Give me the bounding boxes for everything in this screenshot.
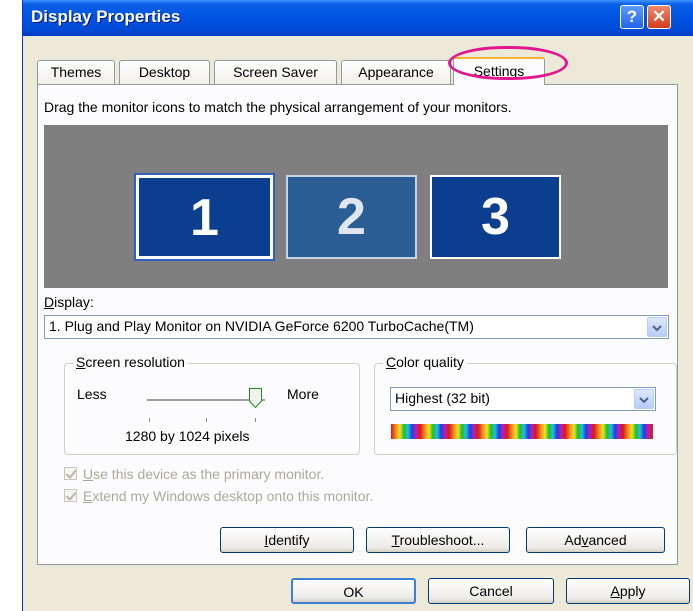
tab-label: Themes (50, 64, 102, 80)
slider-tick (149, 418, 150, 422)
primary-monitor-checkbox[interactable]: Use this device as the primary monitor. (64, 466, 504, 484)
arrangement-instruction: Drag the monitor icons to match the phys… (44, 99, 512, 115)
window-title: Display Properties (31, 7, 181, 26)
color-quality-title: Color quality (383, 354, 467, 370)
display-properties-window: Display Properties ? ✕ Themes Desktop Sc… (22, 0, 693, 611)
ok-button[interactable]: OK (291, 578, 416, 604)
chevron-down-icon (639, 397, 649, 404)
more-label: More (287, 386, 319, 402)
monitor-1-icon[interactable]: 1 (134, 173, 275, 261)
slider-tick (206, 418, 207, 422)
color-quality-group: Color quality Highest (32 bit) (374, 354, 677, 455)
resolution-slider-track[interactable] (147, 399, 265, 402)
help-button[interactable]: ? (620, 5, 644, 29)
screen-resolution-title: Screen resolution (73, 354, 188, 370)
resolution-value: 1280 by 1024 pixels (125, 428, 250, 444)
resolution-slider-thumb[interactable] (249, 388, 262, 408)
identify-button[interactable]: Identify (220, 527, 354, 553)
advanced-button[interactable]: Advanced (526, 527, 665, 553)
display-select[interactable]: 1. Plug and Play Monitor on NVIDIA GeFor… (44, 315, 669, 339)
close-icon: ✕ (651, 7, 667, 26)
monitor-number: 3 (481, 188, 510, 246)
checkbox-checked-icon (64, 467, 77, 480)
screen-resolution-group: Screen resolution Less More 1280 by 1024… (64, 354, 360, 455)
color-spectrum-bar (391, 424, 653, 439)
color-quality-value: Highest (32 bit) (395, 390, 490, 406)
tab-label: Desktop (138, 64, 191, 80)
cancel-button[interactable]: Cancel (428, 578, 554, 604)
extend-desktop-checkbox[interactable]: Extend my Windows desktop onto this moni… (64, 488, 504, 506)
color-quality-dropdown-button[interactable] (634, 389, 654, 409)
tab-desktop[interactable]: Desktop (119, 60, 210, 84)
monitor-3-icon[interactable]: 3 (430, 175, 561, 259)
checkbox-label: Use this device as the primary monitor. (83, 466, 325, 482)
title-bar[interactable]: Display Properties ? ✕ (23, 0, 693, 36)
display-dropdown-button[interactable] (647, 317, 667, 337)
slider-tick (255, 418, 256, 422)
chevron-down-icon (652, 325, 662, 332)
close-button[interactable]: ✕ (647, 5, 671, 29)
color-quality-select[interactable]: Highest (32 bit) (390, 387, 656, 411)
monitor-arrangement-area[interactable]: 1 2 3 (44, 125, 668, 288)
help-icon: ? (626, 7, 638, 26)
settings-tab-highlight-ring (448, 46, 568, 80)
apply-button[interactable]: Apply (566, 578, 690, 604)
display-select-value: 1. Plug and Play Monitor on NVIDIA GeFor… (49, 318, 474, 334)
checkbox-label: Extend my Windows desktop onto this moni… (83, 488, 374, 504)
monitor-2-icon[interactable]: 2 (286, 175, 417, 259)
tab-screen-saver[interactable]: Screen Saver (214, 60, 337, 84)
checkbox-checked-icon (64, 489, 77, 502)
tab-label: Appearance (358, 64, 434, 80)
settings-panel: Drag the monitor icons to match the phys… (37, 84, 678, 565)
less-label: Less (77, 386, 107, 402)
tab-themes[interactable]: Themes (37, 60, 115, 84)
troubleshoot-button[interactable]: Troubleshoot... (366, 527, 510, 553)
monitor-number: 1 (190, 189, 219, 247)
display-label: Display: (44, 294, 94, 310)
tab-label: Screen Saver (233, 64, 318, 80)
tab-appearance[interactable]: Appearance (341, 60, 451, 84)
monitor-number: 2 (337, 188, 366, 246)
